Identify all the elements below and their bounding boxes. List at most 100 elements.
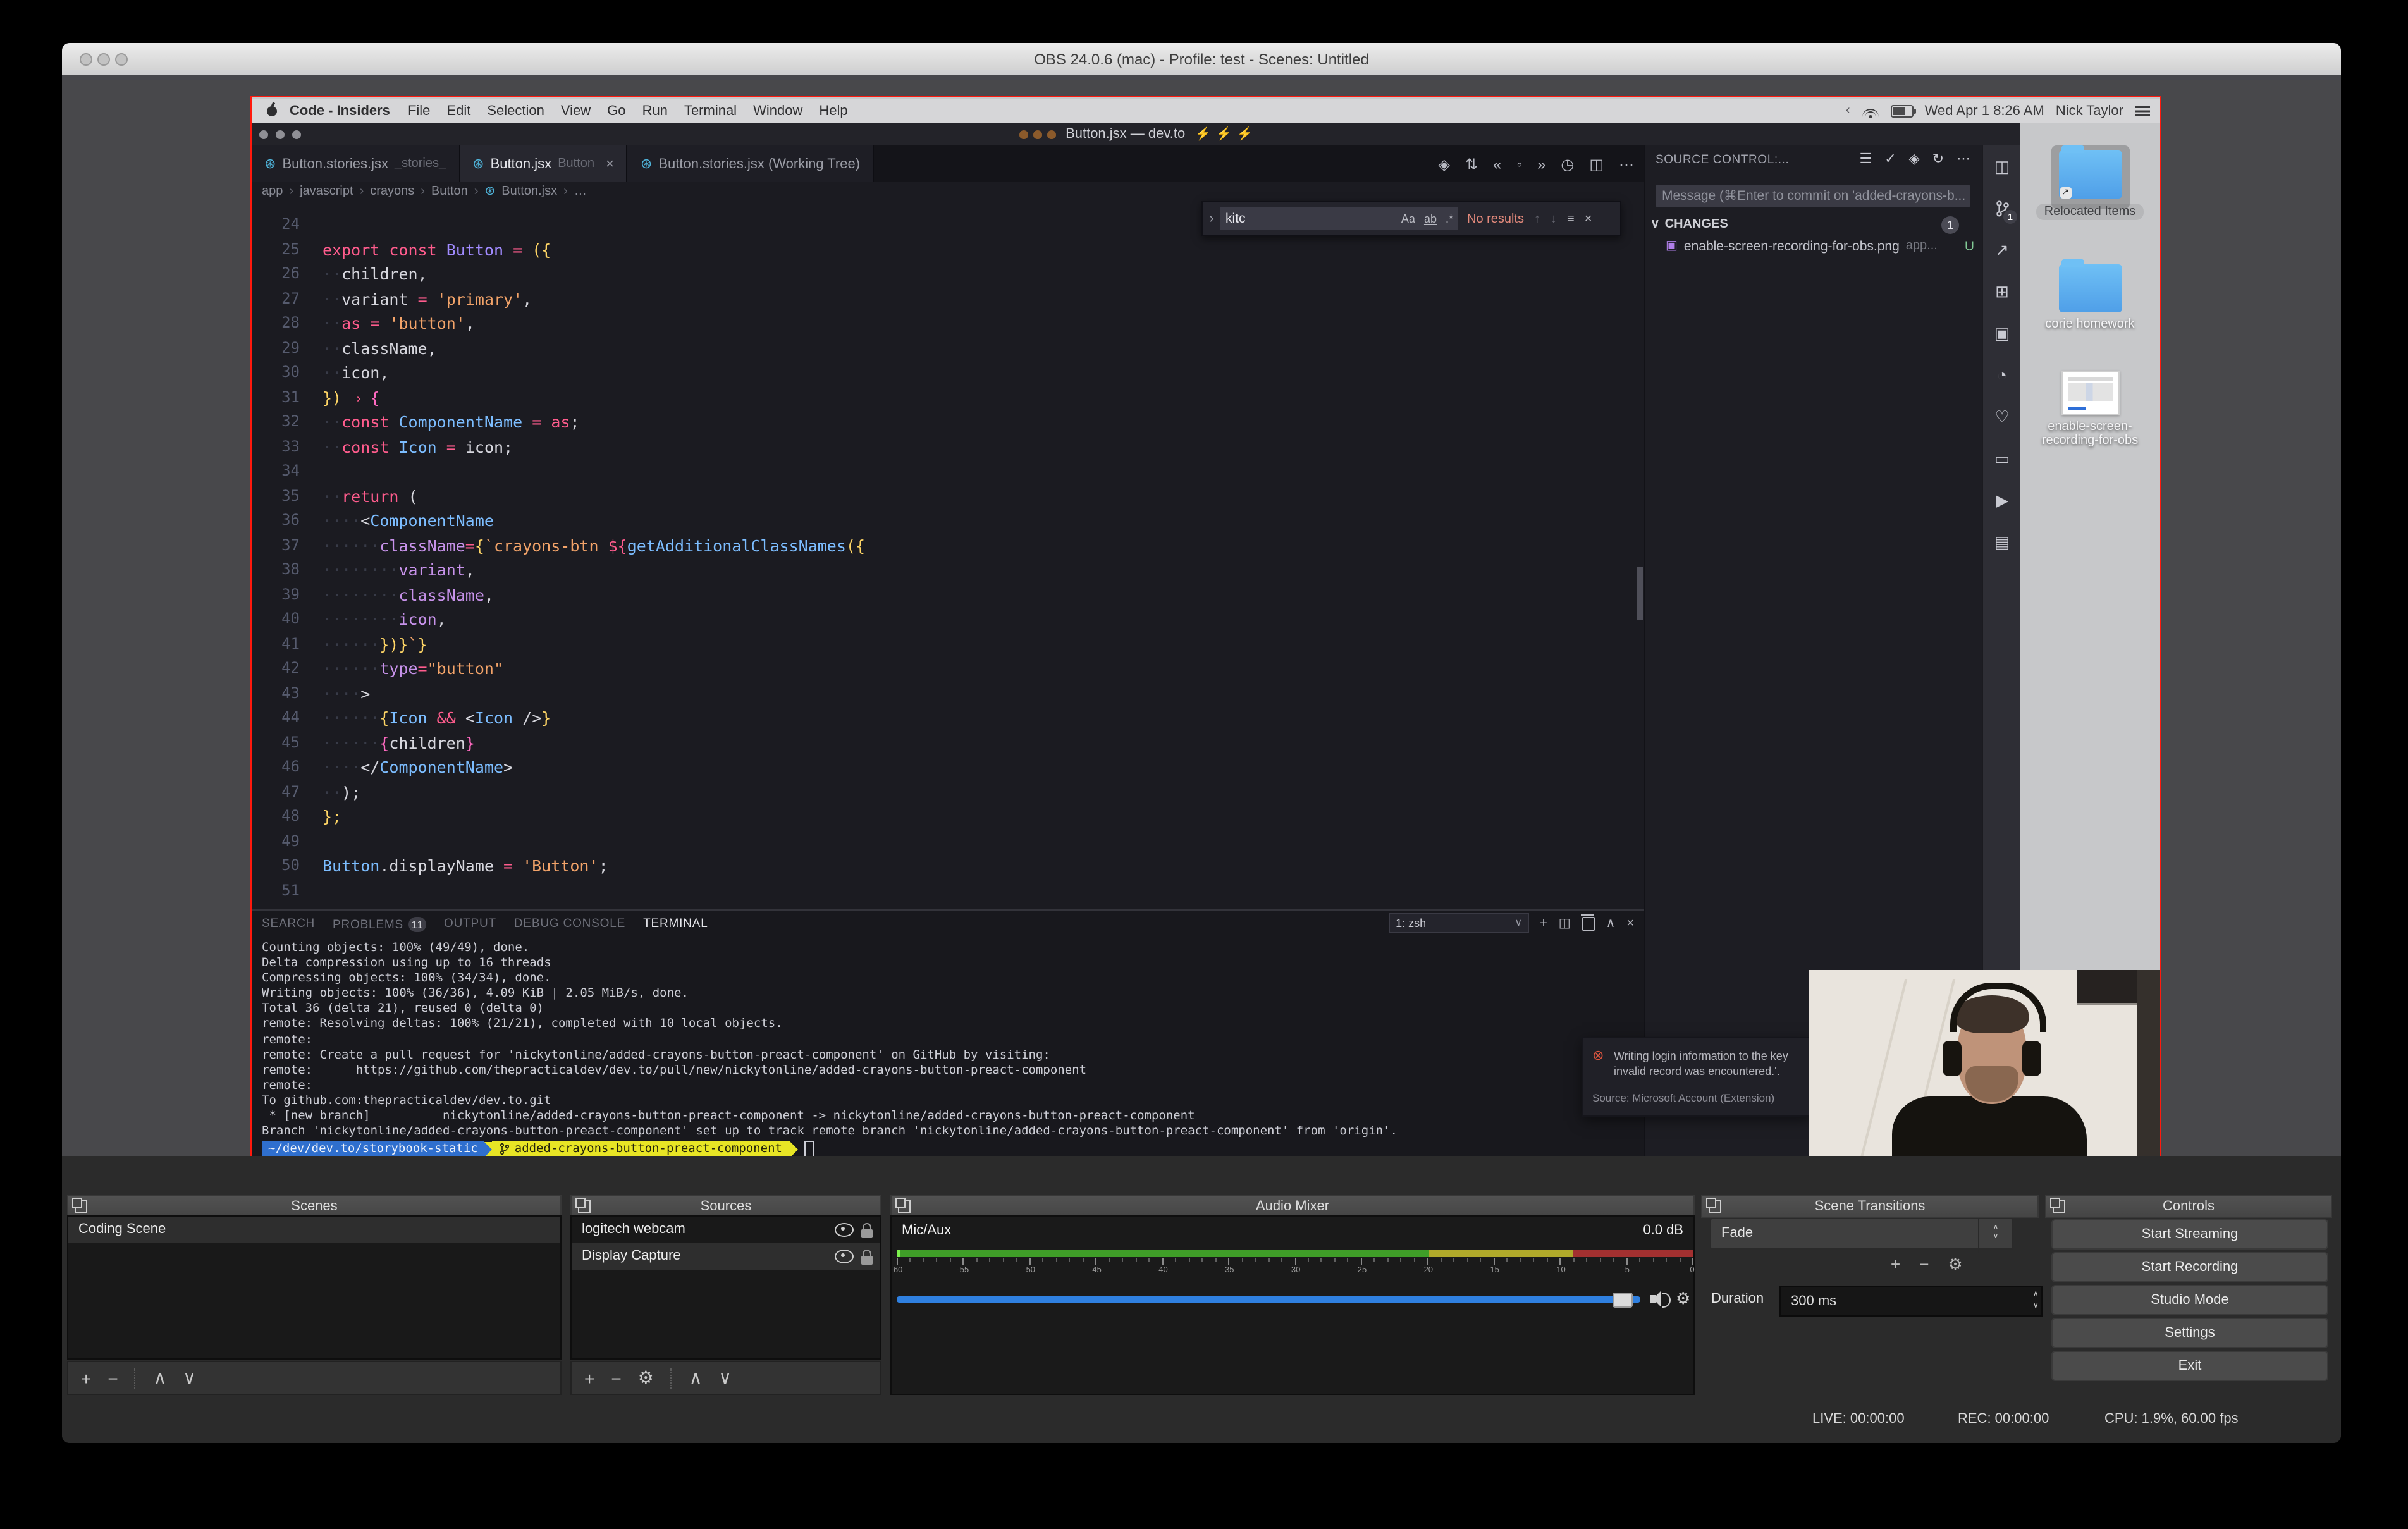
move-down-icon[interactable]: ∨	[718, 1367, 732, 1389]
source-properties-gear-icon[interactable]: ⚙	[638, 1367, 654, 1389]
tab-close-icon[interactable]: ×	[606, 156, 614, 171]
volume-slider-handle[interactable]	[1612, 1293, 1633, 1308]
editor-scrollbar[interactable]	[1637, 567, 1643, 620]
breadcrumb-item[interactable]: Button	[431, 184, 468, 198]
panel-tab-problems[interactable]: PROBLEMS11	[333, 916, 426, 931]
remove-transition-icon[interactable]: −	[1919, 1255, 1929, 1275]
remove-source-icon[interactable]: −	[611, 1368, 621, 1388]
duration-input[interactable]: 300 ms ∧∨	[1779, 1286, 2042, 1317]
scenes-panel-header[interactable]: Scenes	[67, 1195, 562, 1218]
menu-item-go[interactable]: Go	[607, 103, 625, 118]
find-next-icon[interactable]: ↓	[1551, 212, 1557, 226]
start-streaming-button[interactable]: Start Streaming	[2051, 1219, 2328, 1250]
breadcrumb-item[interactable]: app	[262, 184, 283, 198]
transition-select[interactable]: Fade ∧∨	[1710, 1218, 2013, 1250]
desktop-icon-relocated-items[interactable]: Relocated Items	[2020, 150, 2160, 220]
match-case-icon[interactable]: Aa	[1401, 212, 1415, 225]
vscode-zoom-button[interactable]	[292, 130, 301, 139]
menu-app-name[interactable]: Code - Insiders	[290, 103, 390, 118]
heart-icon[interactable]: ♡	[1983, 396, 2021, 438]
commit-icon[interactable]: ✓	[1884, 150, 1896, 167]
add-transition-icon[interactable]: +	[1891, 1255, 1900, 1275]
kill-terminal-icon[interactable]	[1582, 916, 1595, 930]
menubar-user[interactable]: Nick Taylor	[2056, 103, 2123, 118]
notification-center-icon[interactable]	[2135, 106, 2150, 116]
exit-button[interactable]: Exit	[2051, 1351, 2328, 1381]
studio-mode-button[interactable]: Studio Mode	[2051, 1285, 2328, 1315]
extensions-grid-icon[interactable]: ⊞	[1983, 271, 2021, 312]
transition-properties-gear-icon[interactable]: ⚙	[1948, 1255, 1962, 1275]
menu-item-edit[interactable]: Edit	[446, 103, 470, 118]
timeline-icon[interactable]: ◷	[1561, 155, 1574, 173]
play-icon[interactable]: ▶	[1983, 479, 2021, 521]
speaker-icon[interactable]	[1650, 1290, 1671, 1308]
pie-icon[interactable]: ◔	[1983, 354, 2021, 396]
find-prev-icon[interactable]: ↑	[1534, 212, 1540, 226]
breadcrumb-item[interactable]: Button.jsx	[501, 184, 557, 198]
vscode-close-button[interactable]	[259, 130, 268, 139]
share-icon[interactable]: ↗	[1983, 229, 2021, 271]
obs-titlebar[interactable]: OBS 24.0.6 (mac) - Profile: test - Scene…	[62, 43, 2341, 76]
display-capture-preview[interactable]: Code - Insiders File Edit Selection View Go R…	[250, 96, 2161, 1179]
controls-header[interactable]: Controls	[2045, 1195, 2332, 1218]
source-row[interactable]: Display Capture	[572, 1243, 880, 1270]
audio-mixer-header[interactable]: Audio Mixer	[890, 1195, 1695, 1218]
tab-Button.stories.jsx (Working Tree)[interactable]: ⊛Button.stories.jsx (Working Tree)	[628, 145, 874, 182]
visibility-eye-icon[interactable]	[835, 1250, 854, 1263]
shell-selector[interactable]: 1: zsh	[1388, 913, 1528, 933]
add-source-icon[interactable]: +	[584, 1368, 594, 1388]
next-change-icon[interactable]: »	[1537, 155, 1545, 173]
desktop-icon-corie-homework[interactable]: corie homework	[2020, 264, 2160, 331]
view-as-tree-icon[interactable]: ☰	[1859, 150, 1872, 167]
vscode-titlebar[interactable]: Button.jsx — dev.to ⚡ ⚡ ⚡	[252, 123, 2020, 145]
pages-icon[interactable]: ◫	[1983, 145, 2021, 187]
git-compare-icon[interactable]: ◈	[1909, 150, 1920, 167]
menu-item-view[interactable]: View	[561, 103, 591, 118]
changed-file-row[interactable]: ▣ enable-screen-recording-for-obs.png ap…	[1666, 236, 1977, 255]
gutter-icon[interactable]: ◦	[1516, 155, 1522, 173]
remove-scene-icon[interactable]: −	[108, 1368, 118, 1388]
panel-tab-debug-console[interactable]: DEBUG CONSOLE	[514, 917, 625, 931]
terminal-prompt[interactable]: ~/dev/dev.to/storybook-staticadded-crayo…	[262, 1141, 1634, 1157]
panel-tab-terminal[interactable]: TERMINAL	[643, 917, 708, 931]
transitions-header[interactable]: Scene Transitions	[1701, 1195, 2039, 1218]
tab-Button.jsx[interactable]: ⊛Button.jsxButton×	[460, 145, 628, 182]
git-compare-icon[interactable]: ◈	[1438, 155, 1449, 173]
more-actions-icon[interactable]: ⋯	[1619, 155, 1634, 173]
changes-section[interactable]: ∨ CHANGES 1	[1650, 215, 1974, 234]
menu-item-help[interactable]: Help	[819, 103, 847, 118]
more-actions-icon[interactable]: ⋯	[1956, 150, 1970, 167]
menu-item-terminal[interactable]: Terminal	[684, 103, 737, 118]
terminal-output[interactable]: Counting objects: 100% (49/49), done.Del…	[262, 941, 1634, 1157]
find-query[interactable]: kitc	[1226, 211, 1392, 226]
move-up-icon[interactable]: ∧	[154, 1367, 167, 1389]
lock-icon[interactable]	[861, 1229, 873, 1237]
breadcrumb-item[interactable]: …	[574, 184, 587, 198]
find-expand-icon[interactable]: ›	[1203, 211, 1220, 226]
whole-word-icon[interactable]: ab	[1424, 212, 1437, 225]
image-icon[interactable]: ▣	[1983, 312, 2021, 354]
menu-item-window[interactable]: Window	[753, 103, 802, 118]
menu-item-selection[interactable]: Selection	[487, 103, 544, 118]
split-editor-icon[interactable]: ◫	[1589, 155, 1604, 173]
move-down-icon[interactable]: ∨	[183, 1367, 196, 1389]
folder-icon[interactable]: ▭	[1983, 438, 2021, 479]
settings-button[interactable]: Settings	[2051, 1318, 2328, 1348]
battery-icon[interactable]	[1891, 104, 1914, 117]
find-close-icon[interactable]: ×	[1585, 212, 1592, 226]
refresh-icon[interactable]: ↻	[1932, 150, 1944, 167]
panel-tab-search[interactable]: SEARCH	[262, 917, 315, 931]
new-terminal-icon[interactable]: +	[1540, 916, 1547, 930]
split-terminal-icon[interactable]: ◫	[1559, 916, 1571, 930]
apple-menu-icon[interactable]	[267, 106, 277, 116]
panel-tab-output[interactable]: OUTPUT	[444, 917, 496, 931]
commit-message-input[interactable]: Message (⌘Enter to commit on 'added-cray…	[1656, 185, 1970, 207]
spinner-arrows[interactable]: ∧∨	[2032, 1289, 2039, 1311]
audio-settings-gear-icon[interactable]: ⚙	[1676, 1289, 1690, 1309]
maximize-panel-icon[interactable]: ∧	[1606, 916, 1616, 930]
menu-item-file[interactable]: File	[408, 103, 430, 118]
add-scene-icon[interactable]: +	[81, 1368, 91, 1388]
regex-icon[interactable]: .*	[1446, 212, 1453, 225]
sync-changes-icon[interactable]: ⇅	[1465, 155, 1478, 173]
scene-row[interactable]: Coding Scene	[68, 1217, 560, 1243]
